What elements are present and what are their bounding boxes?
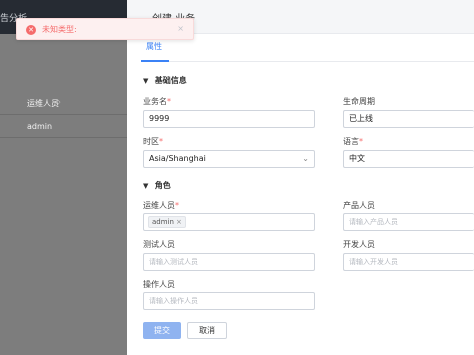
active-tab-indicator xyxy=(141,60,169,62)
background-table-header xyxy=(0,89,127,115)
lifecycle-select[interactable]: 已上线 xyxy=(343,110,474,128)
section-basic-info-title: 基础信息 xyxy=(154,76,187,85)
product-label: 产品人员 xyxy=(343,201,375,210)
section-basic-info[interactable]: ▼ 基础信息 xyxy=(143,75,187,86)
tabs-divider xyxy=(141,61,474,62)
chevron-down-icon: ⌄ xyxy=(302,154,309,163)
member-tag: admin × xyxy=(148,216,186,228)
background-row-divider xyxy=(0,137,127,138)
language-select[interactable]: 中文 xyxy=(343,150,474,168)
chevron-down-icon: ▼ xyxy=(143,182,149,190)
required-mark: * xyxy=(167,97,171,106)
sort-icon: ◇ xyxy=(55,98,61,106)
operator-label: 操作人员 xyxy=(143,280,175,289)
section-role[interactable]: ▼ 角色 xyxy=(143,180,171,191)
ops-member-input[interactable]: admin × xyxy=(143,213,315,231)
toast-message: 未知类型: xyxy=(42,25,77,34)
dev-label: 开发人员 xyxy=(343,240,375,249)
section-role-title: 角色 xyxy=(154,181,171,190)
close-icon[interactable]: × xyxy=(177,24,184,33)
tab-properties[interactable]: 属性 xyxy=(146,41,162,52)
submit-button[interactable]: 提交 xyxy=(143,322,181,339)
create-business-drawer: 创建 业务 属性 ▼ 基础信息 业务名* 9999 生命周期 已上线 时区* A… xyxy=(127,0,474,355)
ops-label: 运维人员* xyxy=(143,201,179,210)
business-name-input[interactable]: 9999 xyxy=(143,110,315,128)
test-member-input[interactable]: 请输入测试人员 xyxy=(143,253,315,271)
error-circle-icon: ✕ xyxy=(26,25,36,35)
close-icon[interactable]: × xyxy=(176,218,182,226)
required-mark: * xyxy=(359,137,363,146)
required-mark: * xyxy=(159,137,163,146)
product-member-input[interactable]: 请输入产品人员 xyxy=(343,213,474,231)
background-cell-ops: admin xyxy=(27,122,53,131)
dev-member-input[interactable]: 请输入开发人员 xyxy=(343,253,474,271)
chevron-down-icon: ▼ xyxy=(143,77,149,85)
language-label: 语言* xyxy=(343,137,363,146)
lifecycle-label: 生命周期 xyxy=(343,97,375,106)
required-mark: * xyxy=(175,201,179,210)
timezone-select[interactable]: Asia/Shanghai ⌄ xyxy=(143,150,315,168)
error-toast: ✕ 未知类型: × xyxy=(16,18,194,40)
test-label: 测试人员 xyxy=(143,240,175,249)
cancel-button[interactable]: 取消 xyxy=(187,322,227,339)
timezone-label: 时区* xyxy=(143,137,163,146)
business-name-label: 业务名* xyxy=(143,97,171,106)
background-overlay: 告分析 运维人员 ◇ admin xyxy=(0,0,127,355)
operator-member-input[interactable]: 请输入操作人员 xyxy=(143,292,315,310)
